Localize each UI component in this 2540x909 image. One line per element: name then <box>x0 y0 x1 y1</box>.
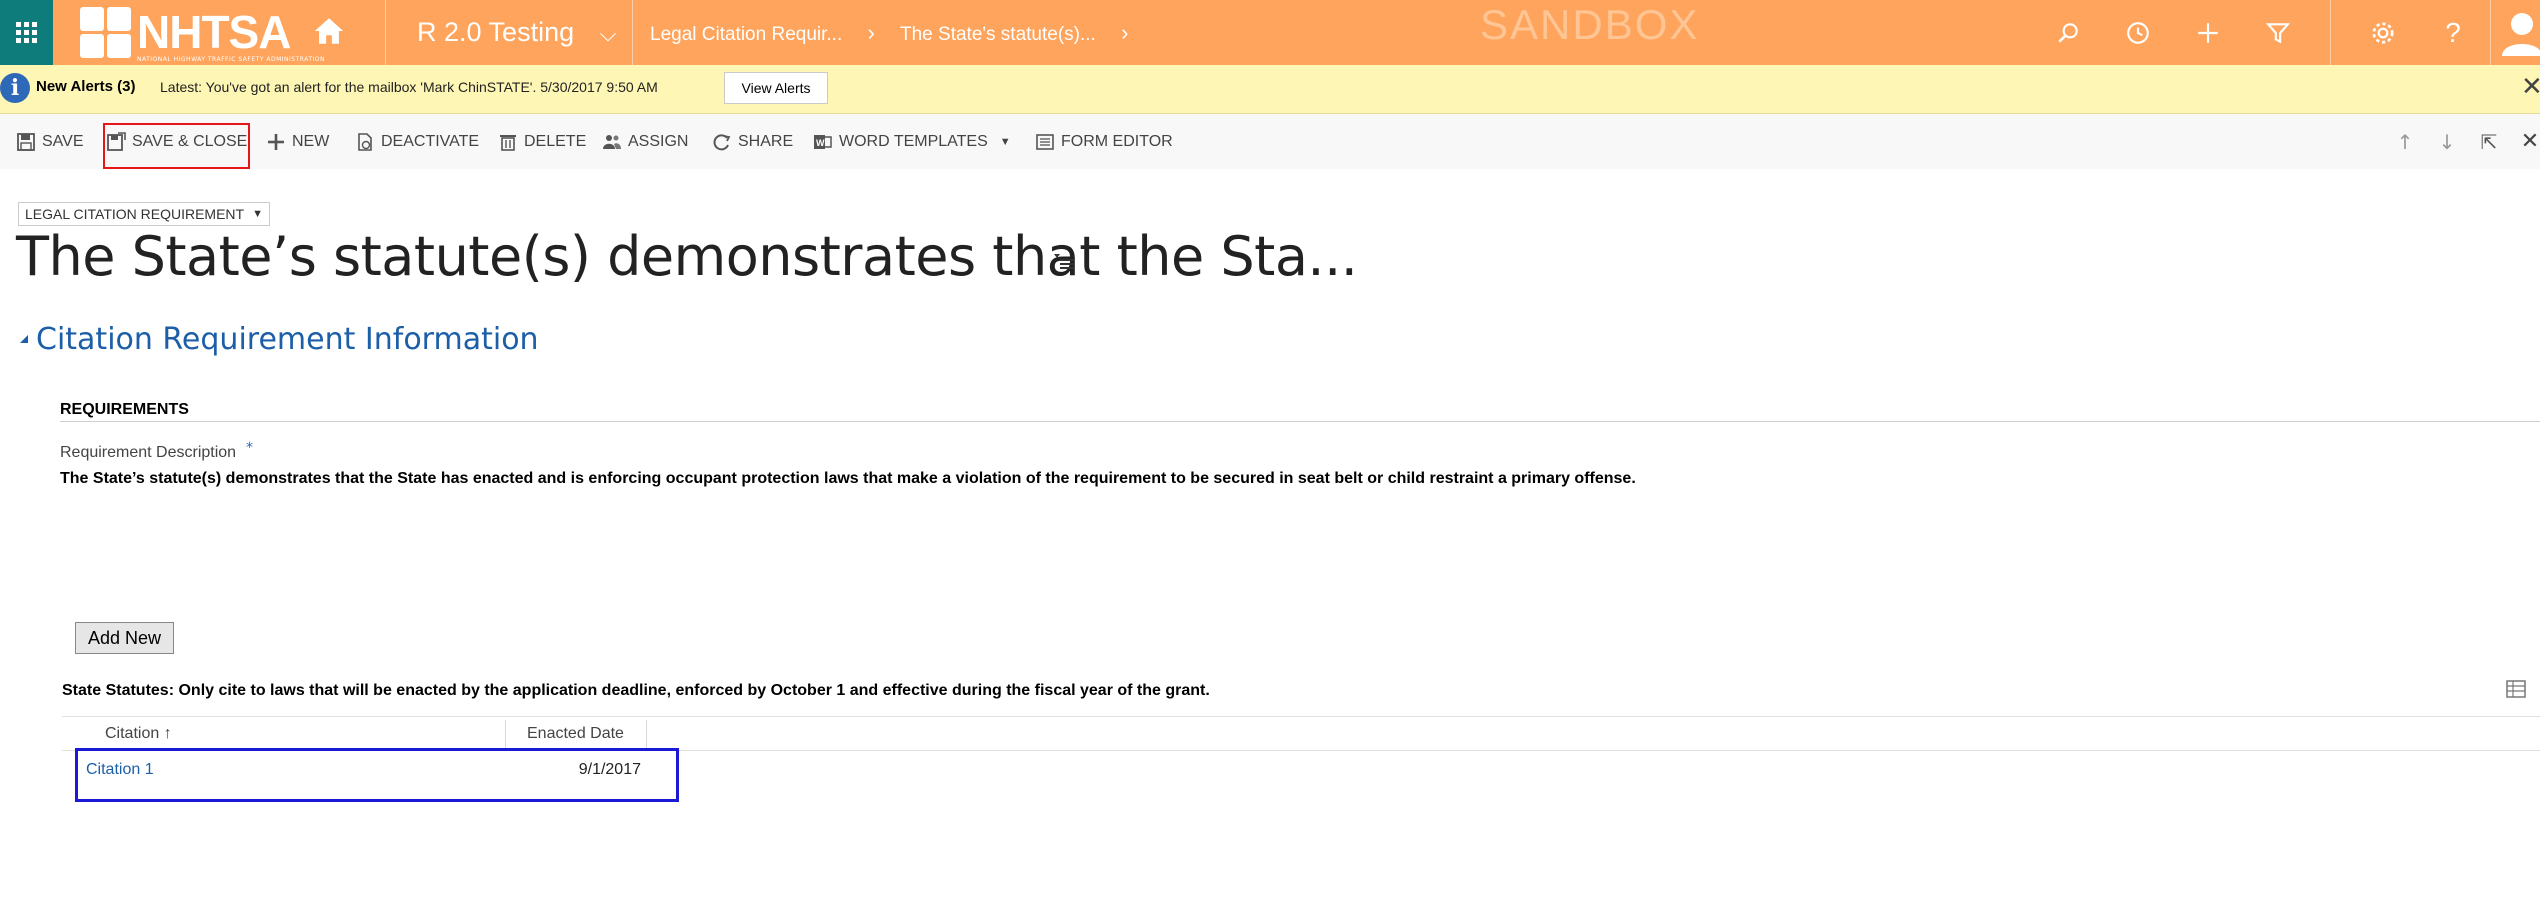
app-launcher-button[interactable] <box>0 0 53 65</box>
add-new-button[interactable]: Add New <box>75 622 174 654</box>
next-record-button[interactable]: ↓ <box>2432 114 2462 169</box>
filter-icon <box>2265 22 2291 43</box>
recent-button[interactable] <box>2103 0 2173 65</box>
logo-emblem-icon <box>80 6 131 58</box>
delete-button[interactable]: DELETE <box>498 114 586 169</box>
form-editor-icon <box>1036 133 1054 150</box>
search-button[interactable] <box>2033 0 2103 65</box>
logo-text: NHTSA <box>137 6 291 58</box>
chevron-down-icon: ⌵ <box>599 21 617 46</box>
chevron-down-icon: ▼ <box>999 135 1011 148</box>
chevron-right-icon: › <box>867 20 875 45</box>
arrow-up-icon: ↑ <box>2396 129 2414 154</box>
nav-divider <box>2330 0 2331 65</box>
save-button[interactable]: SAVE <box>16 114 84 169</box>
column-separator <box>646 720 647 748</box>
requirements-heading: REQUIREMENTS <box>60 401 189 418</box>
breadcrumb-entity[interactable]: Legal Citation Requir... › <box>650 0 875 65</box>
chevron-right-icon: › <box>1121 20 1129 45</box>
arrow-down-icon: ↓ <box>2438 129 2456 154</box>
form-editor-button[interactable]: FORM EDITOR <box>1035 114 1173 169</box>
assign-label: ASSIGN <box>628 132 689 150</box>
deactivate-icon <box>358 132 372 151</box>
share-label: SHARE <box>738 132 794 150</box>
close-icon: ✕ <box>2520 129 2540 154</box>
grid-divider <box>62 716 2540 717</box>
app-name[interactable]: R 2.0 Testing ⌵ <box>417 0 616 65</box>
gear-icon <box>2372 21 2394 44</box>
floppy-disk-icon <box>17 132 35 151</box>
required-marker: * <box>246 440 253 456</box>
column-separator <box>505 720 506 748</box>
subgrid-title: State Statutes: Only cite to laws that w… <box>62 682 1210 699</box>
home-icon[interactable] <box>312 14 346 48</box>
word-icon: W <box>814 134 832 149</box>
requirement-description-label: Requirement Description <box>60 444 237 461</box>
word-templates-label: WORD TEMPLATES <box>839 132 988 150</box>
view-alerts-button[interactable]: View Alerts <box>724 72 828 104</box>
breadcrumb-label: Legal Citation Requir... <box>650 24 843 45</box>
svg-text:W: W <box>816 138 825 148</box>
plus-icon <box>2198 22 2218 43</box>
form-editor-label: FORM EDITOR <box>1061 132 1173 150</box>
nhtsa-logo[interactable]: NHTSA NATIONAL HIGHWAY TRAFFIC SAFETY AD… <box>80 6 324 63</box>
users-icon <box>603 134 621 149</box>
column-header-enacted-date[interactable]: Enacted Date <box>527 722 624 746</box>
environment-watermark: SANDBOX <box>1480 1 1700 48</box>
word-templates-button[interactable]: W WORD TEMPLATES ▼ <box>813 114 1011 169</box>
help-icon: ? <box>2445 16 2461 48</box>
deactivate-label: DEACTIVATE <box>381 132 480 150</box>
share-icon <box>713 133 731 150</box>
new-label: NEW <box>292 132 330 150</box>
breadcrumb-record[interactable]: The State's statute(s)... › <box>900 0 1128 65</box>
delete-label: DELETE <box>524 132 587 150</box>
info-icon: i <box>0 73 30 103</box>
share-button[interactable]: SHARE <box>712 114 793 169</box>
pop-out-button[interactable]: ⇱ <box>2474 114 2504 169</box>
view-selector-icon[interactable] <box>2505 678 2527 700</box>
section-title[interactable]: Citation Requirement Information <box>36 322 539 357</box>
nav-divider <box>632 0 633 65</box>
assign-button[interactable]: ASSIGN <box>602 114 688 169</box>
collapse-section-icon[interactable] <box>20 335 28 343</box>
column-header-citation[interactable]: Citation ↑ <box>105 722 172 746</box>
close-record-button[interactable]: ✕ <box>2515 114 2540 169</box>
deactivate-button[interactable]: DEACTIVATE <box>355 114 479 169</box>
close-icon[interactable]: ✕ <box>2521 72 2540 102</box>
settings-button[interactable] <box>2348 0 2418 65</box>
table-row-highlight[interactable] <box>75 748 679 802</box>
new-button[interactable]: NEW <box>266 114 329 169</box>
save-close-highlight <box>103 123 250 169</box>
waffle-icon <box>16 22 37 43</box>
help-button[interactable]: ? <box>2418 0 2488 65</box>
create-button[interactable] <box>2173 0 2243 65</box>
alert-count[interactable]: New Alerts (3) <box>36 78 135 95</box>
pop-out-icon: ⇱ <box>2480 129 2498 154</box>
logo-subtext: NATIONAL HIGHWAY TRAFFIC SAFETY ADMINIST… <box>137 56 325 63</box>
breadcrumb-label: The State's statute(s)... <box>900 24 1096 45</box>
plus-icon <box>268 133 284 150</box>
save-label: SAVE <box>42 132 84 150</box>
nav-divider <box>2490 0 2491 65</box>
nav-divider <box>385 0 386 65</box>
trash-icon <box>500 134 516 151</box>
previous-record-button[interactable]: ↑ <box>2390 114 2420 169</box>
user-avatar-icon[interactable] <box>2500 8 2540 56</box>
requirement-description-value[interactable]: The State’s statute(s) demonstrates that… <box>60 470 1636 488</box>
section-divider <box>60 421 2540 422</box>
alert-message: Latest: You've got an alert for the mail… <box>160 79 658 95</box>
history-icon <box>2127 21 2149 44</box>
record-title: The State’s statute(s) demonstrates that… <box>16 225 1358 288</box>
app-name-label: R 2.0 Testing <box>417 17 575 47</box>
title-menu-icon[interactable] <box>1052 250 1076 274</box>
advanced-find-button[interactable] <box>2243 0 2313 65</box>
search-icon <box>2058 22 2078 43</box>
